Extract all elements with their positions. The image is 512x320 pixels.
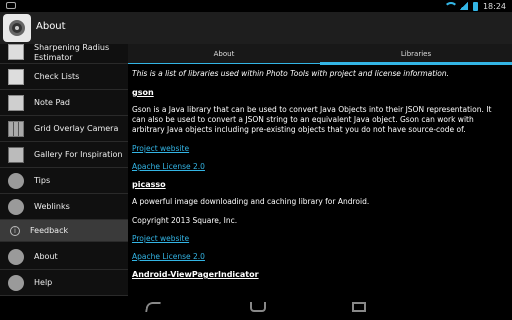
sidebar-item-weblinks[interactable]: Weblinks: [0, 194, 128, 220]
sidebar-item-label: About: [34, 252, 58, 261]
tab-bar: About Libraries: [128, 44, 512, 65]
sidebar-item-feedback[interactable]: i Feedback: [0, 220, 128, 242]
battery-icon: [472, 1, 478, 11]
library-name: gson: [132, 88, 154, 97]
sidebar-item-label: Tips: [34, 176, 51, 185]
status-bar: 18:24: [0, 0, 512, 12]
recent-apps-icon[interactable]: [352, 302, 366, 312]
home-icon[interactable]: [250, 302, 266, 312]
library-name: Android-ViewPagerIndicator: [132, 270, 259, 279]
library-copyright: Copyright 2013 Square, Inc.: [132, 216, 238, 225]
sidebar-item-gallery-for-inspiration[interactable]: Gallery For Inspiration: [0, 142, 128, 168]
speech-bubble-icon: [8, 199, 24, 215]
sidebar-item-label: Check Lists: [34, 72, 80, 81]
sidebar-item-sharpening-radius-estimator[interactable]: Sharpening Radius Estimator: [0, 44, 128, 64]
gallery-icon: [8, 147, 24, 163]
tab-about[interactable]: About: [128, 44, 320, 64]
project-website-link[interactable]: Project website: [132, 144, 507, 153]
page-title: About: [36, 21, 66, 32]
license-link[interactable]: Apache License 2.0: [132, 162, 507, 171]
app-camera-icon[interactable]: [3, 14, 31, 42]
system-nav-bar: [0, 296, 512, 320]
sidebar-item-note-pad[interactable]: Note Pad: [0, 90, 128, 116]
sharpen-icon: [8, 44, 24, 60]
speech-bubble-icon: [8, 173, 24, 189]
notification-icon: [6, 2, 16, 9]
sidebar-menu: Sharpening Radius Estimator Check Lists …: [0, 44, 128, 296]
signal-icon: [458, 2, 468, 10]
sidebar-item-label: Grid Overlay Camera: [34, 124, 119, 133]
sidebar-item-tips[interactable]: Tips: [0, 168, 128, 194]
grid-icon: [8, 121, 24, 137]
status-icons: 18:24: [443, 0, 506, 12]
speech-bubble-icon: [8, 275, 24, 291]
sidebar-item-help[interactable]: Help: [0, 270, 128, 296]
sidebar-item-check-lists[interactable]: Check Lists: [0, 64, 128, 90]
sidebar-item-label: Sharpening Radius Estimator: [34, 44, 110, 62]
speech-bubble-icon: [8, 249, 24, 265]
action-bar: About: [0, 12, 512, 44]
library-name: picasso: [132, 180, 166, 189]
intro-text: This is a list of libraries used within …: [132, 69, 450, 78]
clock: 18:24: [482, 1, 506, 11]
sidebar-item-label: Note Pad: [34, 98, 70, 107]
sidebar-item-grid-overlay-camera[interactable]: Grid Overlay Camera: [0, 116, 128, 142]
project-website-link[interactable]: Project website: [132, 234, 507, 243]
tab-libraries[interactable]: Libraries: [320, 44, 512, 65]
back-icon[interactable]: [145, 302, 161, 312]
license-link[interactable]: Apache License 2.0: [132, 252, 507, 261]
sidebar-item-label: Help: [34, 278, 53, 287]
sidebar-item-about[interactable]: About: [0, 244, 128, 270]
wifi-icon: [443, 2, 458, 10]
sidebar-item-label: Feedback: [30, 226, 69, 235]
checklist-icon: [8, 69, 24, 85]
notepad-icon: [8, 95, 24, 111]
libraries-content[interactable]: This is a list of libraries used within …: [128, 65, 512, 296]
sidebar-item-label: Gallery For Inspiration: [34, 150, 123, 159]
info-icon: i: [10, 226, 20, 236]
library-description: Gson is a Java library that can be used …: [132, 105, 492, 134]
sidebar-item-label: Weblinks: [34, 202, 70, 211]
library-description: A powerful image downloading and caching…: [132, 197, 370, 206]
